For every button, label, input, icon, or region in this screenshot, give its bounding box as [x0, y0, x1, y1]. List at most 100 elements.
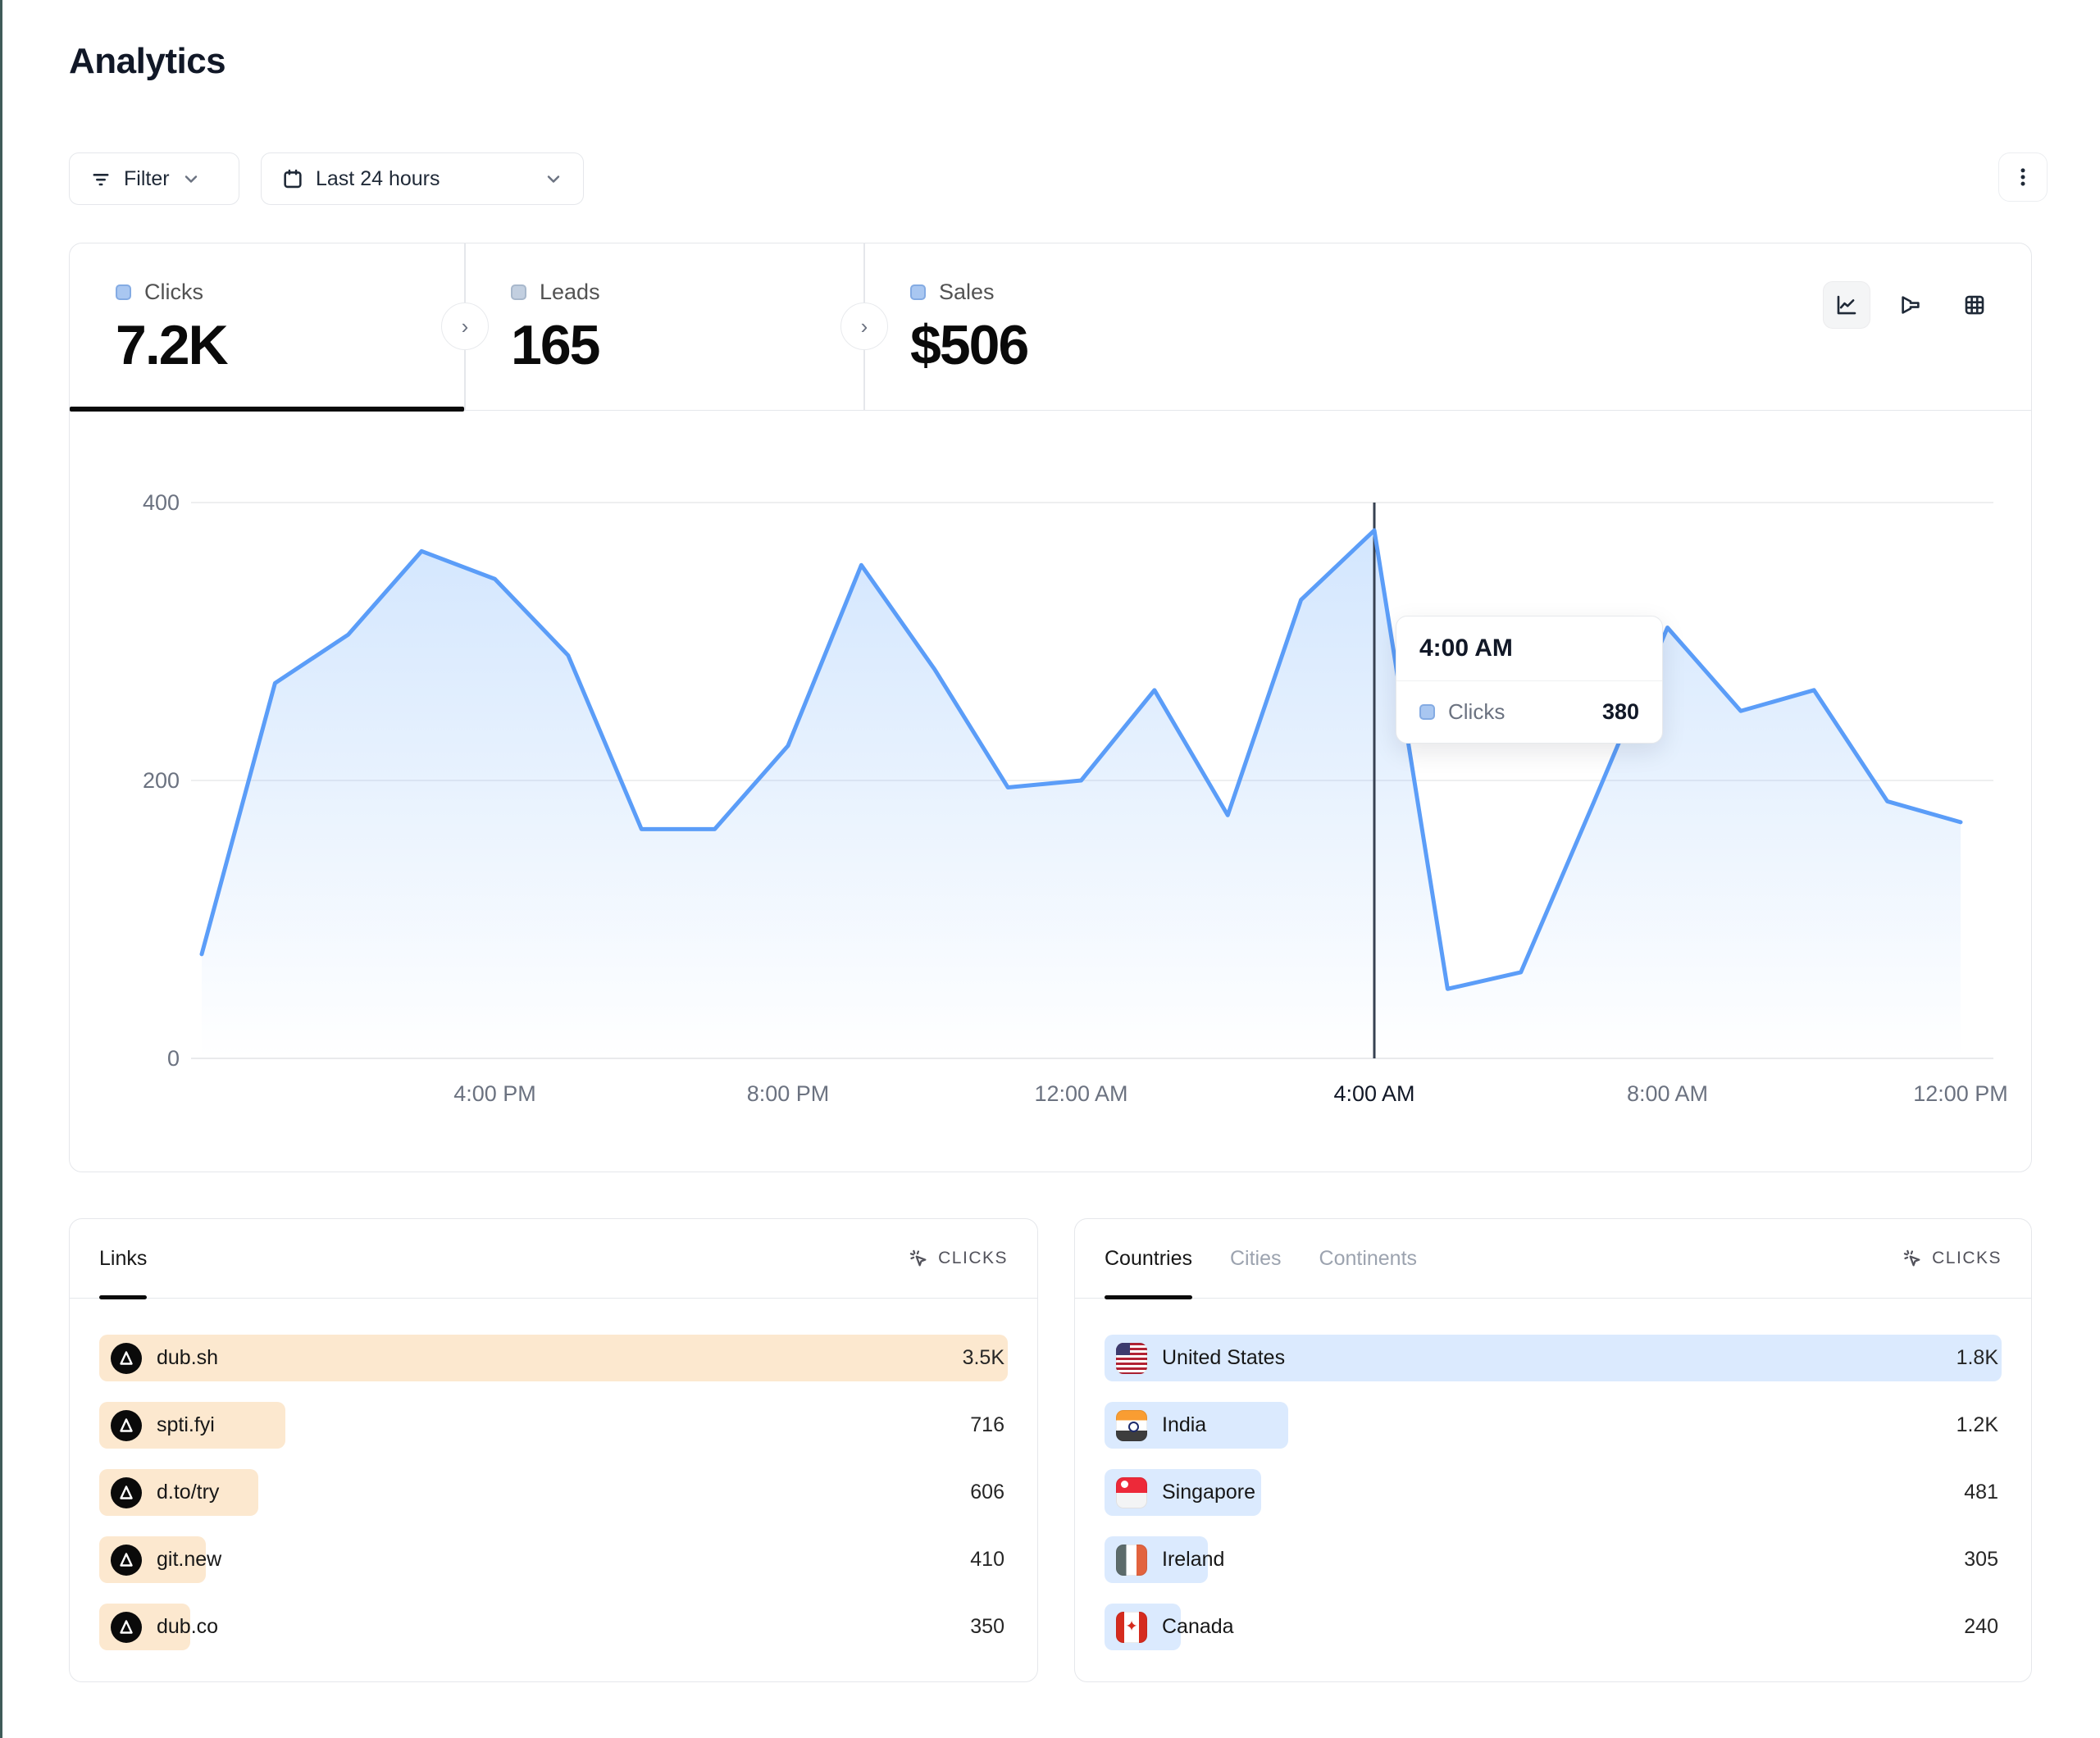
filter-button[interactable]: Filter — [69, 152, 239, 205]
chart-view-toggles — [1823, 281, 1998, 329]
countries-metric-header[interactable]: CLICKS — [1902, 1248, 2002, 1270]
chevron-down-icon — [181, 169, 201, 189]
window-edge-strip — [0, 0, 2, 1738]
tab-clicks[interactable]: Clicks 7.2K — [70, 243, 464, 411]
y-axis-tick: 0 — [167, 1046, 180, 1071]
expand-leads-button[interactable]: › — [840, 303, 888, 350]
filter-lines-icon — [89, 167, 112, 190]
tab-leads[interactable]: Leads 165 — [465, 243, 863, 411]
list-item-value: 481 — [1964, 1469, 1998, 1516]
value-bar — [99, 1335, 1008, 1381]
sales-legend-swatch — [910, 284, 926, 300]
us-flag-icon — [1116, 1343, 1147, 1374]
leads-legend-swatch — [511, 284, 526, 300]
list-item-label: dub.sh — [157, 1346, 218, 1370]
list-item-value: 3.5K — [963, 1335, 1004, 1381]
tooltip-time: 4:00 AM — [1396, 616, 1662, 681]
sales-label: Sales — [939, 280, 995, 305]
list-item-value: 305 — [1964, 1536, 1998, 1583]
clicks-timeseries-chart[interactable]: 0 200 400 4:00 PM 8:00 PM 12:00 AM 4:00 AM 8:00… — [70, 411, 2031, 1172]
list-item-label: United States — [1162, 1346, 1285, 1370]
chevron-down-icon — [544, 169, 563, 189]
tooltip-series-label: Clicks — [1448, 699, 1505, 725]
x-axis-tick: 12:00 PM — [1913, 1081, 2008, 1106]
x-axis-tick: 8:00 AM — [1627, 1081, 1708, 1106]
links-metric-header[interactable]: CLICKS — [908, 1248, 1008, 1270]
list-item-label: git.new — [157, 1548, 221, 1572]
chart-tooltip: 4:00 AM Clicks 380 — [1396, 616, 1663, 744]
cursor-click-icon — [908, 1248, 930, 1270]
list-item[interactable]: India 1.2K — [1105, 1402, 2002, 1449]
links-metric-label: CLICKS — [938, 1249, 1008, 1268]
list-item[interactable]: d.to/try606 — [99, 1469, 1008, 1516]
ca-flag-icon — [1116, 1612, 1147, 1643]
page-title: Analytics — [69, 41, 225, 82]
expand-clicks-button[interactable]: › — [441, 303, 489, 350]
dub-logo-avatar — [111, 1477, 142, 1508]
in-flag-icon — [1116, 1410, 1147, 1441]
tab-countries[interactable]: Countries — [1105, 1219, 1192, 1299]
tooltip-legend-swatch — [1419, 704, 1435, 720]
funnel-view-button[interactable] — [1887, 281, 1934, 329]
dub-logo-avatar — [111, 1612, 142, 1643]
dub-logo-avatar — [111, 1410, 142, 1441]
x-axis-tick: 4:00 AM — [1333, 1081, 1414, 1106]
list-item[interactable]: git.new 410 — [99, 1536, 1008, 1583]
y-axis-tick: 200 — [143, 768, 180, 793]
list-item[interactable]: dub.sh 3.5K — [99, 1335, 1008, 1381]
list-item-label: India — [1162, 1413, 1206, 1437]
leads-value: 165 — [511, 313, 863, 377]
links-panel: Links CLICKS dub.sh 3.5K spti.fyi 716 d.to/t… — [69, 1218, 1038, 1682]
countries-metric-label: CLICKS — [1932, 1249, 2002, 1268]
table-grid-icon — [1962, 293, 1987, 317]
more-options-button[interactable] — [1998, 152, 2048, 202]
leads-label: Leads — [540, 280, 600, 305]
list-item[interactable]: dub.co 350 — [99, 1604, 1008, 1650]
list-item-label: Canada — [1162, 1615, 1234, 1639]
dub-logo-avatar — [111, 1545, 142, 1576]
list-item[interactable]: United States 1.8K — [1105, 1335, 2002, 1381]
list-item-value: 240 — [1964, 1604, 1998, 1650]
list-item[interactable]: Ireland 305 — [1105, 1536, 2002, 1583]
calendar-icon — [281, 167, 304, 190]
filter-button-label: Filter — [124, 167, 170, 191]
list-item-value: 350 — [970, 1604, 1004, 1650]
date-range-button[interactable]: Last 24 hours — [261, 152, 584, 205]
line-chart-icon — [1834, 293, 1859, 317]
x-axis-tick: 4:00 PM — [453, 1081, 536, 1106]
table-view-button[interactable] — [1951, 281, 1998, 329]
list-item-label: Singapore — [1162, 1481, 1255, 1504]
y-axis-tick: 400 — [143, 490, 180, 515]
x-axis-tick: 8:00 PM — [747, 1081, 830, 1106]
clicks-value: 7.2K — [116, 313, 464, 377]
x-axis-tick: 12:00 AM — [1034, 1081, 1127, 1106]
stats-tab-row: Clicks 7.2K › Leads 165 › Sales $506 — [70, 243, 2031, 411]
tab-cities[interactable]: Cities — [1230, 1219, 1282, 1299]
list-item[interactable]: spti.fyi 716 — [99, 1402, 1008, 1449]
sales-value: $506 — [910, 313, 1356, 377]
list-item-value: 716 — [970, 1402, 1004, 1449]
list-item-label: d.to/try — [157, 1481, 219, 1504]
date-range-label: Last 24 hours — [316, 167, 440, 191]
list-item[interactable]: Canada 240 — [1105, 1604, 2002, 1650]
tooltip-value: 380 — [1602, 699, 1639, 725]
list-item-value: 410 — [970, 1536, 1004, 1583]
tab-sales[interactable]: Sales $506 — [864, 243, 1356, 411]
list-item-value: 1.2K — [1957, 1402, 1998, 1449]
clicks-legend-swatch — [116, 284, 131, 300]
dub-logo-avatar — [111, 1343, 142, 1374]
funnel-icon — [1898, 293, 1923, 317]
tab-links[interactable]: Links — [99, 1219, 147, 1299]
tab-continents[interactable]: Continents — [1319, 1219, 1418, 1299]
clicks-label: Clicks — [144, 280, 203, 305]
list-item[interactable]: Singapore 481 — [1105, 1469, 2002, 1516]
list-item-value: 1.8K — [1957, 1335, 1998, 1381]
line-chart-view-button[interactable] — [1823, 281, 1870, 329]
analytics-card: Clicks 7.2K › Leads 165 › Sales $506 — [69, 243, 2032, 1172]
list-item-label: Ireland — [1162, 1548, 1224, 1572]
kebab-menu-icon — [2011, 165, 2035, 189]
list-item-label: dub.co — [157, 1615, 218, 1639]
countries-panel: Countries Cities Continents CLICKS Unite… — [1074, 1218, 2032, 1682]
ie-flag-icon — [1116, 1545, 1147, 1576]
list-item-label: spti.fyi — [157, 1413, 215, 1437]
